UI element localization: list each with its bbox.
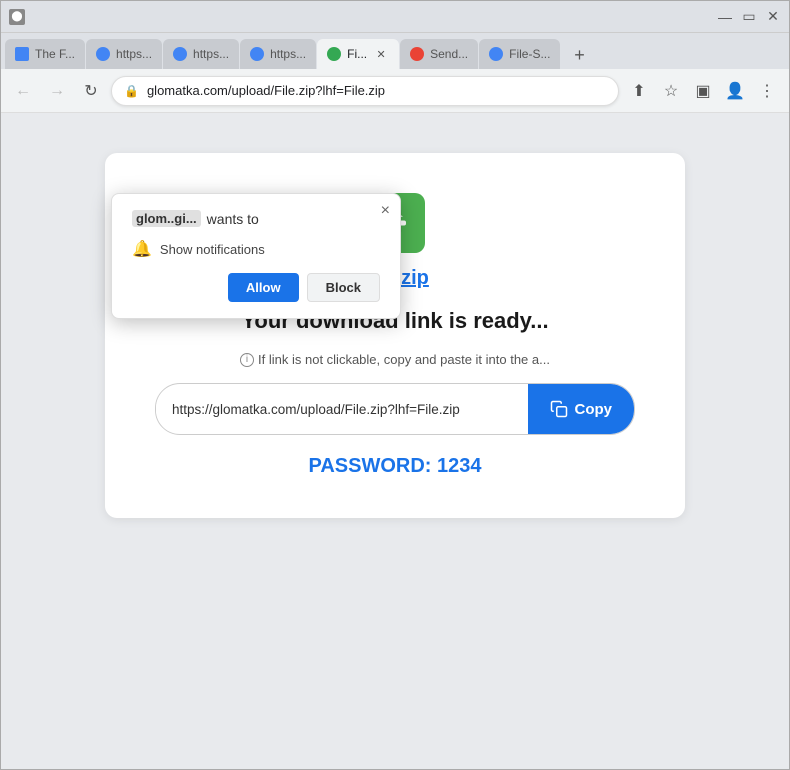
title-bar-controls: — ▭ ✕ (717, 9, 781, 25)
notification-popup: × glom..gi... wants to 🔔 Show notificati… (111, 193, 401, 319)
notif-permission-label: Show notifications (160, 242, 265, 257)
tab-label-4: https... (270, 47, 306, 61)
tab-label-6: Send... (430, 47, 468, 61)
tab-favicon-1 (15, 47, 29, 61)
share-icon[interactable]: ⬆ (625, 77, 653, 105)
hint-text: i If link is not clickable, copy and pas… (155, 352, 635, 367)
tab-label-1: The F... (35, 47, 75, 61)
copy-btn-label: Copy (575, 401, 613, 418)
tab-label-3: https... (193, 47, 229, 61)
tab-favicon-4 (250, 47, 264, 61)
forward-button[interactable]: → (43, 77, 71, 105)
tab-bar: The F... https... https... https... Fi..… (1, 33, 789, 69)
allow-button[interactable]: Allow (228, 273, 299, 302)
menu-icon[interactable]: ⋮ (753, 77, 781, 105)
restore-icon[interactable]: ▭ (741, 9, 757, 25)
tab-label-2: https... (116, 47, 152, 61)
copy-icon (550, 400, 568, 418)
new-tab-button[interactable]: + (565, 41, 593, 69)
tab-6[interactable]: Send... (400, 39, 478, 69)
browser-logo: ⬤ (9, 9, 25, 25)
tab-favicon-6 (410, 47, 424, 61)
tab-favicon-3 (173, 47, 187, 61)
tab-5-active[interactable]: Fi... ✕ (317, 39, 399, 69)
title-bar-left: ⬤ (9, 9, 25, 25)
address-text: glomatka.com/upload/File.zip?lhf=File.zi… (147, 83, 606, 98)
block-button[interactable]: Block (307, 273, 380, 302)
sidebar-icon[interactable]: ▣ (689, 77, 717, 105)
tab-1[interactable]: The F... (5, 39, 85, 69)
tab-favicon-2 (96, 47, 110, 61)
tab-7[interactable]: File-S... (479, 39, 560, 69)
notif-buttons: Allow Block (132, 273, 380, 302)
tab-4[interactable]: https... (240, 39, 316, 69)
toolbar-icons: ⬆ ☆ ▣ 👤 ⋮ (625, 77, 781, 105)
tab-favicon-7 (489, 47, 503, 61)
password-display: PASSWORD: 1234 (155, 455, 635, 478)
tab-label-5: Fi... (347, 47, 367, 61)
info-icon: i (240, 353, 254, 367)
hint-label: If link is not clickable, copy and paste… (258, 352, 550, 367)
tab-2[interactable]: https... (86, 39, 162, 69)
notif-permission: 🔔 Show notifications (132, 239, 380, 259)
minimize-icon[interactable]: — (717, 9, 733, 25)
notif-wants-text: wants to (207, 211, 259, 227)
tab-3[interactable]: https... (163, 39, 239, 69)
page-content: OK File.zip Your download link is ready.… (1, 113, 789, 769)
copy-button[interactable]: Copy (528, 384, 635, 434)
title-bar: ⬤ — ▭ ✕ (1, 1, 789, 33)
url-row: Copy link ↓ https://glomatka.com/upload/… (155, 383, 635, 435)
close-icon[interactable]: ✕ (765, 9, 781, 25)
bell-icon: 🔔 (132, 239, 152, 259)
tab-close-5[interactable]: ✕ (373, 46, 389, 62)
tab-label-7: File-S... (509, 47, 550, 61)
notif-wants: glom..gi... wants to (132, 210, 380, 227)
lock-icon: 🔒 (124, 84, 139, 98)
profile-icon[interactable]: 👤 (721, 77, 749, 105)
reload-button[interactable]: ↻ (77, 77, 105, 105)
browser-frame: ⬤ — ▭ ✕ The F... https... https... https… (0, 0, 790, 770)
address-bar[interactable]: 🔒 glomatka.com/upload/File.zip?lhf=File.… (111, 76, 619, 106)
address-bar-row: ← → ↻ 🔒 glomatka.com/upload/File.zip?lhf… (1, 69, 789, 113)
notif-site: glom..gi... (132, 210, 201, 227)
notif-close-button[interactable]: × (381, 202, 390, 220)
url-display: https://glomatka.com/upload/File.zip?lhf… (156, 388, 528, 431)
bookmark-icon[interactable]: ☆ (657, 77, 685, 105)
tab-favicon-5 (327, 47, 341, 61)
back-button[interactable]: ← (9, 77, 37, 105)
